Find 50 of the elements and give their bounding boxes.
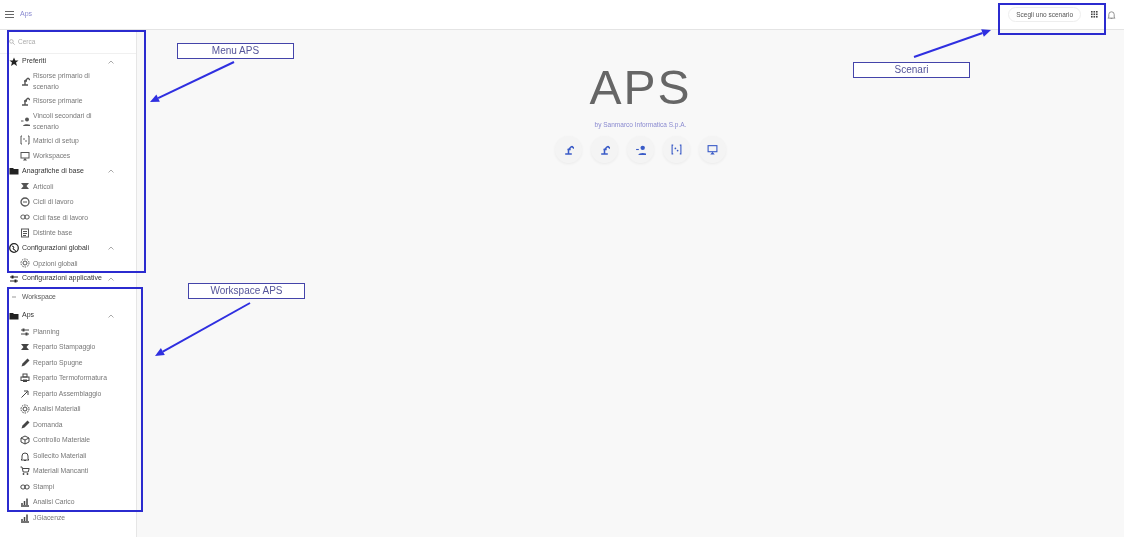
folder-icon [9, 166, 19, 176]
gear-icon [20, 258, 30, 269]
chevron-up-icon[interactable] [108, 59, 114, 64]
apps-grid-icon[interactable] [1091, 11, 1098, 18]
shortcut-button[interactable] [555, 135, 582, 163]
diagonal-arrow-icon [20, 388, 30, 399]
bell-icon [20, 450, 30, 461]
sliders-icon [20, 326, 30, 337]
brackets-icon [20, 135, 30, 146]
user-icon [635, 143, 646, 155]
hourglass-icon [20, 342, 30, 353]
robot-arm-icon [20, 76, 30, 86]
chevron-up-icon[interactable] [108, 276, 114, 281]
chevron-up-icon[interactable] [108, 313, 114, 318]
annotation-label: Scenari [853, 62, 970, 78]
cube-icon [20, 435, 30, 446]
chain-icon [20, 212, 30, 223]
shortcut-button[interactable] [699, 135, 726, 163]
circle-icon [20, 196, 30, 207]
monitor-icon [707, 143, 718, 155]
gear-icon [20, 404, 30, 415]
app-title: APS [589, 60, 692, 116]
folder-icon [9, 310, 19, 321]
star-icon [9, 56, 19, 67]
monitor-icon [20, 150, 30, 161]
brackets-icon [671, 143, 682, 155]
shortcut-button[interactable] [591, 135, 618, 163]
chevron-up-icon[interactable] [108, 169, 114, 173]
annotation-label: Workspace APS [188, 283, 305, 299]
user-icon [20, 115, 30, 126]
pen-icon [20, 419, 30, 430]
hourglass-icon [20, 181, 30, 192]
cart-icon [20, 466, 30, 477]
bar-chart-icon [20, 497, 30, 508]
menu-icon[interactable] [5, 11, 14, 18]
bell-icon[interactable] [1107, 10, 1116, 19]
sliders-icon [9, 273, 19, 284]
robot-arm-icon [20, 95, 30, 106]
annotation-label: Menu APS [177, 43, 294, 59]
chevron-up-icon[interactable] [108, 246, 114, 250]
printer-icon [20, 373, 30, 384]
document-icon [20, 227, 30, 238]
pen-icon [20, 357, 30, 368]
robot-arm-icon [563, 143, 574, 155]
search-icon [9, 38, 15, 45]
shortcut-button[interactable] [627, 135, 654, 163]
chain-icon [20, 481, 30, 492]
robot-arm-icon [599, 143, 610, 155]
shortcut-button[interactable] [663, 135, 690, 163]
bar-chart-icon [20, 512, 30, 523]
